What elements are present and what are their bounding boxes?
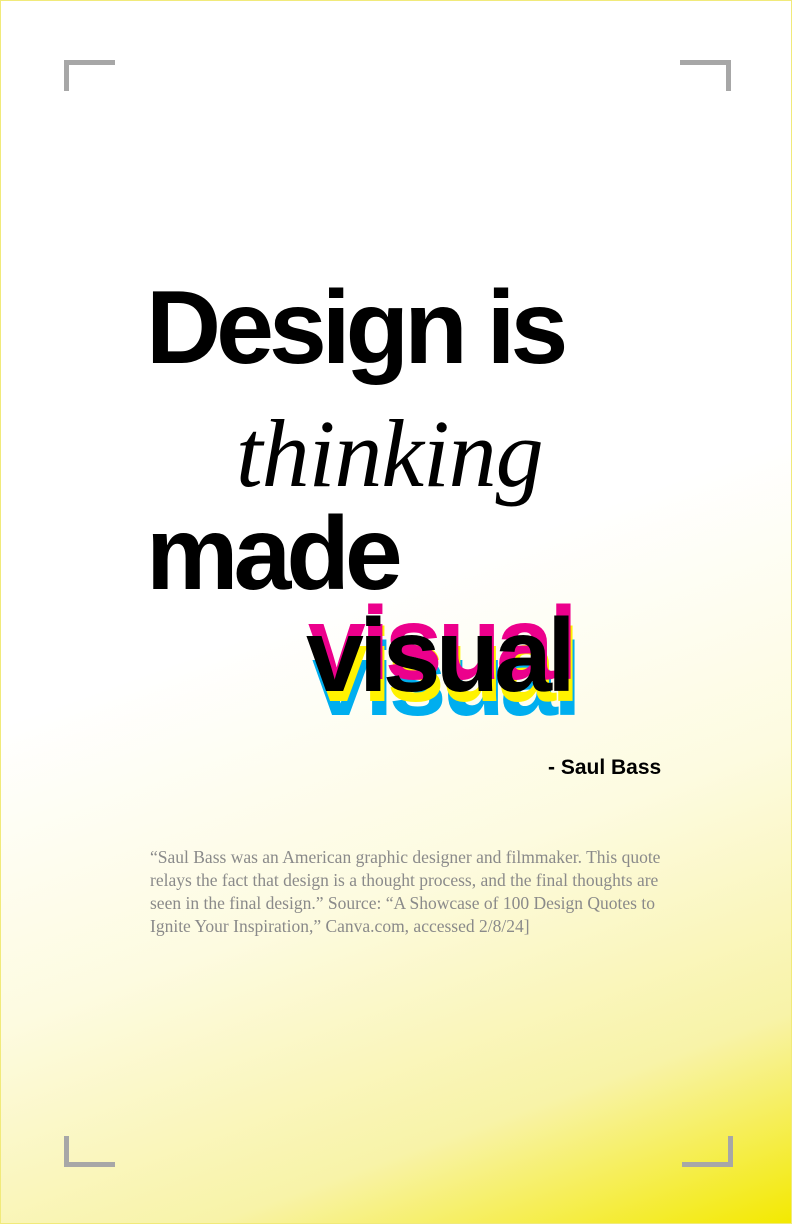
headline-visual: visual (306, 598, 576, 714)
corner-mark-bottom-left (64, 1136, 115, 1167)
corner-mark-top-left (64, 60, 115, 91)
corner-mark-top-right (680, 60, 731, 91)
quote-attribution: - Saul Bass (548, 756, 662, 779)
headline-design-is: Design is (146, 270, 568, 386)
headline-visual-group: visual visual visual visual (306, 592, 666, 754)
headline-thinking: thinking (236, 400, 544, 507)
quote-description: “Saul Bass was an American graphic desig… (150, 847, 661, 936)
corner-mark-bottom-right (682, 1136, 733, 1167)
